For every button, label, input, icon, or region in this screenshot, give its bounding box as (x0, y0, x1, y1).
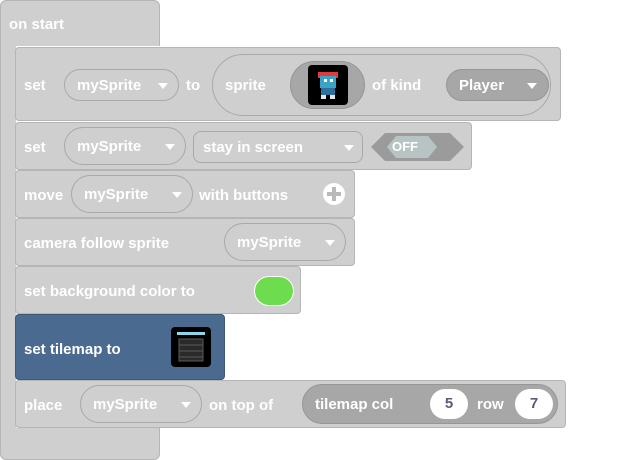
on-start-footer (0, 428, 160, 460)
on-start-spine (0, 44, 16, 428)
caret-down-icon (165, 144, 175, 150)
row-input[interactable]: 7 (515, 389, 553, 419)
kind-value: Player (459, 77, 505, 94)
variable-name: mySprite (84, 186, 149, 203)
of-kind-label: of kind (372, 77, 422, 94)
row-label: row (477, 396, 504, 413)
with-buttons-label: with buttons (199, 187, 289, 204)
variable-dropdown[interactable]: mySprite (64, 69, 179, 101)
variable-name: mySprite (93, 396, 158, 413)
sprite-image-icon (308, 65, 348, 105)
set-tilemap-block[interactable]: set tilemap to (15, 314, 225, 380)
caret-down-icon (344, 145, 354, 151)
set-tilemap-label: set tilemap to (24, 341, 121, 358)
on-start-hat-block[interactable]: on start (0, 0, 160, 46)
sprite-reporter[interactable]: sprite of kind Player (212, 54, 551, 116)
set-label: set (24, 77, 46, 94)
sprite-label: sprite (225, 77, 266, 94)
caret-down-icon (181, 402, 191, 408)
tilemap-image-icon[interactable] (171, 327, 211, 367)
on-start-label: on start (9, 16, 65, 33)
variable-name: mySprite (77, 138, 142, 155)
camera-follow-label: camera follow sprite (24, 235, 170, 252)
move-with-buttons-block[interactable]: move mySprite with buttons (15, 170, 355, 218)
camera-follow-block[interactable]: camera follow sprite mySprite (15, 218, 355, 266)
move-label: move (24, 187, 64, 204)
variable-dropdown[interactable]: mySprite (80, 385, 202, 423)
variable-dropdown[interactable]: mySprite (71, 175, 193, 213)
sprite-image-field[interactable] (290, 61, 365, 109)
toggle-label: OFF (392, 139, 418, 154)
variable-name: mySprite (77, 77, 142, 94)
toggle-off-switch[interactable]: OFF (370, 132, 465, 162)
set-label: set (24, 139, 46, 156)
property-value: stay in screen (203, 139, 304, 156)
tilemap-col-label: tilemap col (315, 396, 394, 413)
variable-dropdown[interactable]: mySprite (64, 127, 186, 165)
on-top-of-label: on top of (209, 397, 274, 414)
background-color-block[interactable]: set background color to (15, 266, 301, 314)
stay-in-screen-block[interactable]: set mySprite stay in screen OFF (15, 122, 472, 170)
caret-down-icon (172, 192, 182, 198)
caret-down-icon (158, 83, 168, 89)
tilemap-location-reporter[interactable]: tilemap col 5 row 7 (302, 384, 558, 424)
background-color-label: set background color to (24, 283, 195, 300)
kind-dropdown[interactable]: Player (446, 69, 549, 101)
place-on-tile-block[interactable]: place mySprite on top of tilemap col 5 r… (15, 380, 566, 428)
place-label: place (24, 397, 63, 414)
variable-name: mySprite (237, 234, 302, 251)
to-label: to (186, 77, 201, 94)
set-sprite-block[interactable]: set mySprite to sprite of kind Player (15, 47, 561, 121)
caret-down-icon (325, 240, 335, 246)
variable-dropdown[interactable]: mySprite (224, 223, 346, 261)
color-swatch[interactable] (254, 276, 294, 306)
col-input[interactable]: 5 (430, 389, 468, 419)
caret-down-icon (527, 83, 537, 89)
property-dropdown[interactable]: stay in screen (193, 131, 363, 163)
plus-circle-icon[interactable] (323, 183, 345, 205)
